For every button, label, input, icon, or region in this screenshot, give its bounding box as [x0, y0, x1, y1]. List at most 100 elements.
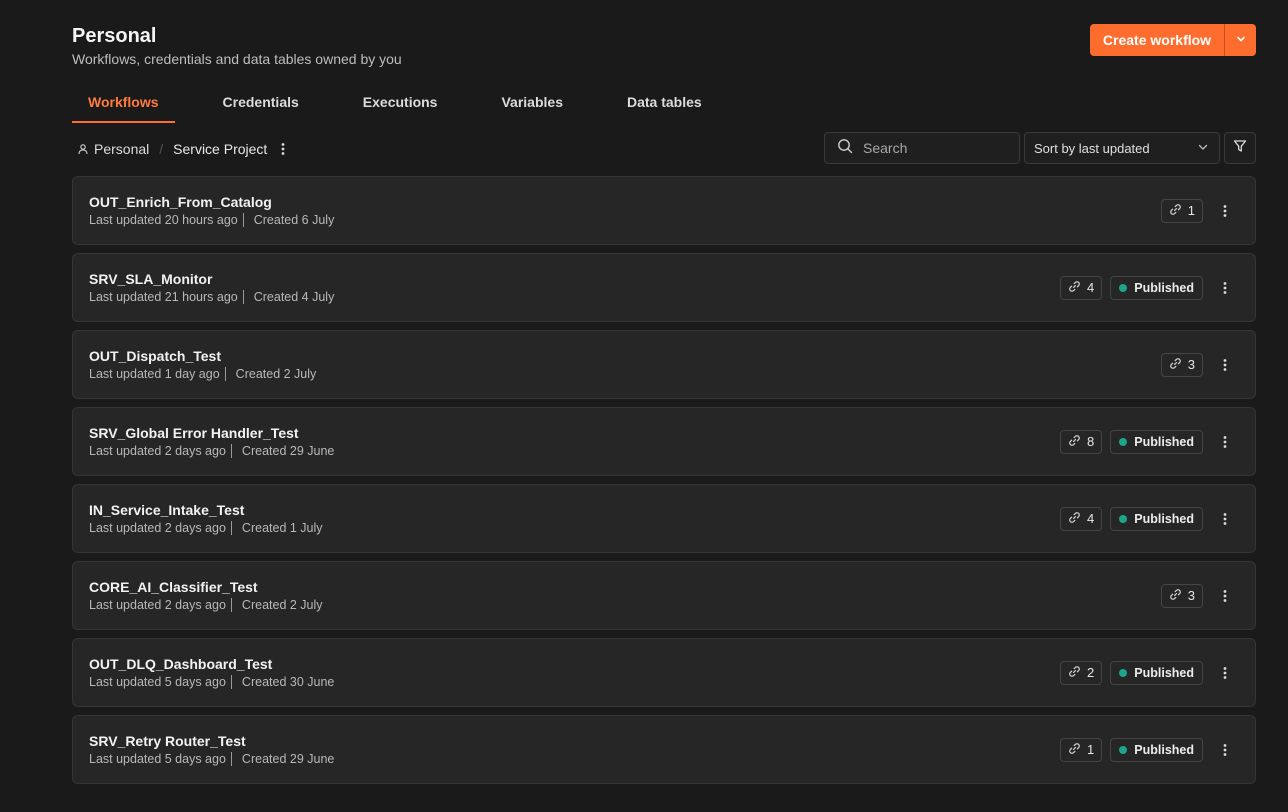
workflow-card[interactable]: OUT_Enrich_From_Catalog Last updated 20 …	[72, 176, 1256, 245]
link-count-badge[interactable]: 4	[1060, 506, 1103, 531]
workflow-name[interactable]: OUT_Dispatch_Test	[89, 348, 221, 364]
link-count-badge[interactable]: 1	[1160, 198, 1203, 223]
meta-divider	[230, 598, 232, 612]
workflow-meta: Last updated 2 days ago Created 2 July	[89, 598, 323, 612]
link-count-badge[interactable]: 8	[1060, 429, 1103, 454]
workflow-name[interactable]: OUT_Enrich_From_Catalog	[89, 194, 272, 210]
workflow-updated: Last updated 2 days ago	[89, 598, 226, 612]
link-icon	[1068, 511, 1081, 527]
link-count: 4	[1087, 280, 1095, 295]
workflow-actions: 1	[1160, 177, 1233, 244]
link-count-badge[interactable]: 3	[1160, 352, 1203, 377]
workflow-created: Created 29 June	[241, 752, 335, 766]
filter-button[interactable]	[1224, 132, 1256, 164]
workflow-name[interactable]: SRV_Global Error Handler_Test	[89, 425, 299, 441]
workflow-meta: Last updated 21 hours ago Created 4 July	[89, 290, 334, 304]
create-workflow-button[interactable]: Create workflow	[1090, 24, 1256, 56]
search-box[interactable]	[824, 132, 1020, 164]
link-icon	[1068, 665, 1081, 681]
breadcrumb-current[interactable]: Service Project	[173, 141, 267, 157]
workflow-name[interactable]: IN_Service_Intake_Test	[89, 502, 244, 518]
tab-workflows[interactable]: Workflows	[72, 84, 175, 123]
status-dot-icon	[1119, 283, 1128, 292]
workflow-actions: 8 Published	[1060, 408, 1233, 475]
link-count: 3	[1187, 357, 1195, 372]
tab-data-tables[interactable]: Data tables	[611, 84, 718, 123]
workflow-card[interactable]: SRV_Global Error Handler_Test Last updat…	[72, 407, 1256, 476]
workflow-name[interactable]: CORE_AI_Classifier_Test	[89, 579, 258, 595]
workflow-card[interactable]: CORE_AI_Classifier_Test Last updated 2 d…	[72, 561, 1256, 630]
meta-divider	[230, 675, 232, 689]
status-label: Published	[1134, 742, 1194, 757]
create-workflow-label[interactable]: Create workflow	[1090, 24, 1224, 56]
workflow-actions: 3	[1160, 562, 1233, 629]
workflow-actions: 3	[1160, 331, 1233, 398]
page-header: Personal Workflows, credentials and data…	[72, 24, 402, 67]
workflow-meta: Last updated 20 hours ago Created 6 July	[89, 213, 334, 227]
meta-divider	[230, 752, 232, 766]
link-count-badge[interactable]: 4	[1060, 275, 1103, 300]
workflow-meta: Last updated 5 days ago Created 29 June	[89, 752, 334, 766]
more-vertical-icon[interactable]	[1217, 666, 1233, 680]
link-icon	[1068, 742, 1081, 758]
workflow-card[interactable]: OUT_Dispatch_Test Last updated 1 day ago…	[72, 330, 1256, 399]
filter-icon	[1233, 139, 1247, 158]
status-label: Published	[1134, 280, 1194, 295]
more-vertical-icon[interactable]	[281, 142, 285, 156]
link-count: 4	[1087, 511, 1095, 526]
published-badge: Published	[1110, 275, 1203, 300]
link-count: 3	[1187, 588, 1195, 603]
status-dot-icon	[1119, 745, 1128, 754]
workflow-meta: Last updated 2 days ago Created 29 June	[89, 444, 334, 458]
status-dot-icon	[1119, 514, 1128, 523]
status-dot-icon	[1119, 437, 1128, 446]
chevron-down-icon	[1235, 32, 1247, 48]
more-vertical-icon[interactable]	[1217, 358, 1233, 372]
link-count-badge[interactable]: 2	[1060, 660, 1103, 685]
workflow-updated: Last updated 2 days ago	[89, 444, 226, 458]
workflow-name[interactable]: SRV_Retry Router_Test	[89, 733, 246, 749]
user-icon	[78, 143, 88, 155]
workflow-created: Created 4 July	[253, 290, 335, 304]
link-count: 1	[1187, 203, 1195, 218]
workflow-actions: 4 Published	[1060, 485, 1233, 552]
workflow-name[interactable]: SRV_SLA_Monitor	[89, 271, 212, 287]
link-icon	[1169, 203, 1182, 219]
link-count-badge[interactable]: 1	[1060, 737, 1103, 762]
create-workflow-dropdown[interactable]	[1225, 24, 1256, 56]
published-badge: Published	[1110, 429, 1203, 454]
search-icon	[837, 138, 853, 159]
workflow-name[interactable]: OUT_DLQ_Dashboard_Test	[89, 656, 272, 672]
link-count-badge[interactable]: 3	[1160, 583, 1203, 608]
more-vertical-icon[interactable]	[1217, 281, 1233, 295]
meta-divider	[242, 213, 244, 227]
more-vertical-icon[interactable]	[1217, 204, 1233, 218]
tab-variables[interactable]: Variables	[485, 84, 579, 123]
sort-select[interactable]: Sort by last updated	[1024, 132, 1220, 164]
more-vertical-icon[interactable]	[1217, 589, 1233, 603]
workflow-actions: 4 Published	[1060, 254, 1233, 321]
breadcrumb-root[interactable]: Personal	[94, 141, 149, 157]
workflow-updated: Last updated 1 day ago	[89, 367, 220, 381]
breadcrumb: Personal / Service Project	[78, 136, 285, 162]
link-count: 1	[1087, 742, 1095, 757]
workflow-card[interactable]: OUT_DLQ_Dashboard_Test Last updated 5 da…	[72, 638, 1256, 707]
workflow-card[interactable]: SRV_Retry Router_Test Last updated 5 day…	[72, 715, 1256, 784]
tab-credentials[interactable]: Credentials	[207, 84, 315, 123]
status-dot-icon	[1119, 668, 1128, 677]
published-badge: Published	[1110, 660, 1203, 685]
workflow-meta: Last updated 5 days ago Created 30 June	[89, 675, 334, 689]
workflow-created: Created 1 July	[241, 521, 323, 535]
workflow-card[interactable]: SRV_SLA_Monitor Last updated 21 hours ag…	[72, 253, 1256, 322]
workflow-updated: Last updated 2 days ago	[89, 521, 226, 535]
workflow-updated: Last updated 5 days ago	[89, 675, 226, 689]
page-title: Personal	[72, 25, 157, 47]
workflow-created: Created 6 July	[253, 213, 335, 227]
status-label: Published	[1134, 665, 1194, 680]
more-vertical-icon[interactable]	[1217, 743, 1233, 757]
more-vertical-icon[interactable]	[1217, 435, 1233, 449]
search-input[interactable]	[863, 140, 1013, 156]
more-vertical-icon[interactable]	[1217, 512, 1233, 526]
workflow-card[interactable]: IN_Service_Intake_Test Last updated 2 da…	[72, 484, 1256, 553]
tab-executions[interactable]: Executions	[347, 84, 454, 123]
